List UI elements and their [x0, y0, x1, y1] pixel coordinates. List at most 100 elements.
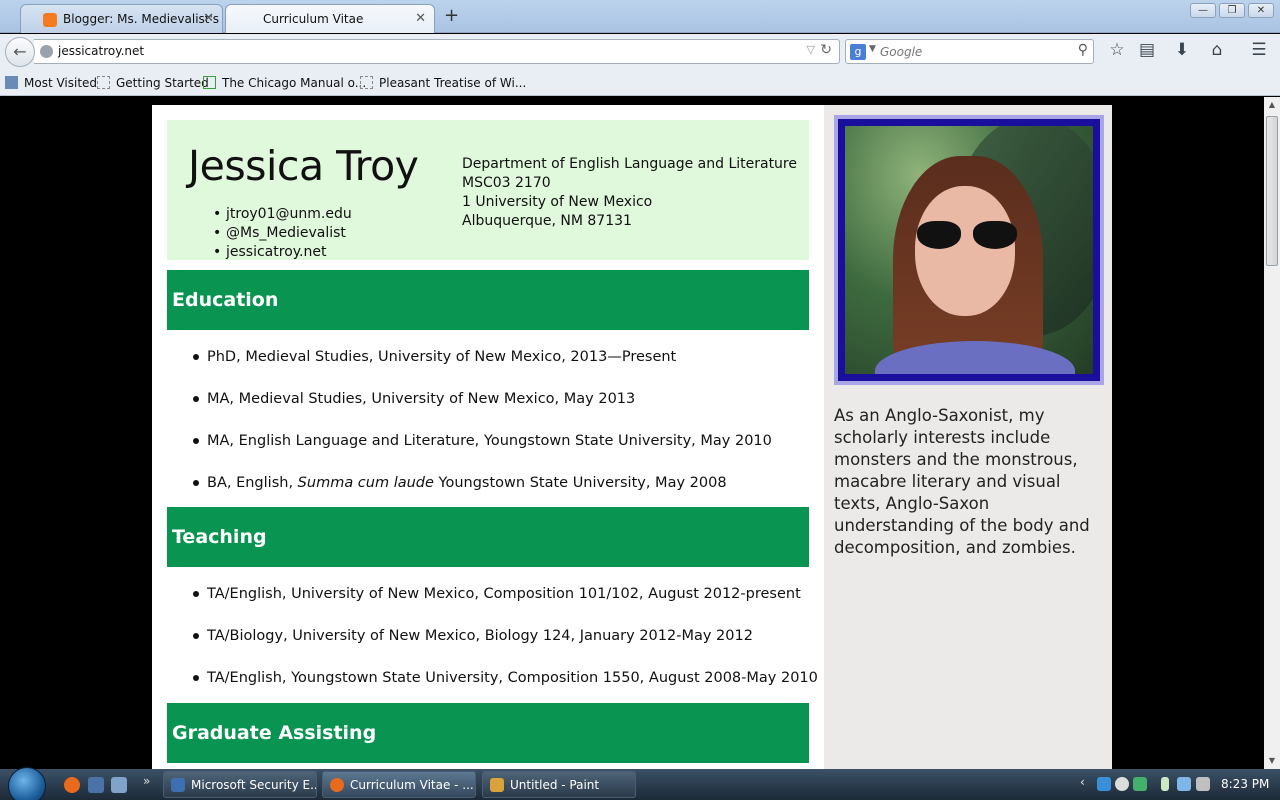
globe-icon	[40, 45, 53, 58]
list-item: PhD, Medieval Studies, University of New…	[193, 345, 772, 387]
messenger-icon[interactable]	[1115, 777, 1129, 791]
mailing-address: Department of English Language and Liter…	[462, 155, 797, 231]
page-icon	[360, 76, 373, 89]
taskbar-button-paint[interactable]: Untitled - Paint	[482, 771, 636, 798]
bookmark-label: Getting Started	[116, 76, 209, 90]
email-link[interactable]: jtroy01@unm.edu	[226, 205, 352, 224]
twitter-handle[interactable]: @Ms_Medievalist	[226, 224, 352, 243]
battery-icon[interactable]	[1161, 777, 1169, 791]
search-icon[interactable]: ⚲	[1078, 42, 1088, 58]
page-icon	[97, 76, 110, 89]
list-item: TA/Biology, University of New Mexico, Bi…	[193, 624, 818, 666]
vertical-scrollbar[interactable]: ▲ ▼	[1264, 97, 1280, 769]
list-item: MA, Medieval Studies, University of New …	[193, 387, 772, 429]
url-bar[interactable]: jessicatroy.net ▽ ↻	[34, 39, 840, 64]
home-icon[interactable]: ⌂	[1205, 40, 1229, 60]
new-tab-icon[interactable]: +	[444, 5, 459, 26]
tab-strip: Blogger: Ms. Medievalist's ... ✕ Curricu…	[0, 0, 1280, 33]
taskbar: » Microsoft Security E... Curriculum Vit…	[0, 767, 1280, 800]
window-close-icon[interactable]: ✕	[1248, 3, 1274, 18]
scrollbar-thumb[interactable]	[1266, 116, 1278, 266]
bookmark-star-icon[interactable]: ☆	[1105, 40, 1129, 60]
bookmark-label: Most Visited	[24, 76, 98, 90]
bookmarks-menu-icon[interactable]: ▤	[1135, 40, 1159, 60]
tray-expand-icon[interactable]: ‹	[1080, 775, 1085, 789]
volume-muted-icon[interactable]	[1196, 777, 1210, 791]
teaching-list: TA/English, University of New Mexico, Co…	[193, 582, 818, 708]
close-icon[interactable]: ✕	[203, 11, 214, 26]
security-tray-icon[interactable]	[1133, 777, 1147, 791]
address-line: Albuquerque, NM 87131	[462, 213, 632, 229]
profile-photo	[838, 119, 1100, 381]
education-section-header: Education	[167, 270, 809, 330]
section-title: Graduate Assisting	[172, 722, 377, 744]
show-desktop-icon[interactable]	[88, 777, 104, 793]
network-icon[interactable]	[1177, 777, 1191, 791]
quick-launch-overflow-icon[interactable]: »	[143, 774, 150, 788]
bookmark-label: The Chicago Manual o...	[222, 76, 367, 90]
bookmark-pleasant-treatise[interactable]: Pleasant Treatise of Wi...	[360, 76, 526, 90]
address-line: MSC03 2170	[462, 175, 551, 191]
page-title: Jessica Troy	[188, 142, 419, 190]
bookmark-most-visited[interactable]: Most Visited	[5, 76, 97, 90]
chicago-manual-icon	[203, 76, 216, 89]
sidebar: As an Anglo-Saxonist, my scholarly inter…	[824, 105, 1112, 769]
list-item: TA/English, Youngstown State University,…	[193, 666, 818, 708]
scroll-down-icon[interactable]: ▼	[1264, 753, 1280, 769]
address-line: 1 University of New Mexico	[462, 194, 653, 210]
bio-text: As an Anglo-Saxonist, my scholarly inter…	[834, 406, 1090, 557]
tab-curriculum-vitae[interactable]: Curriculum Vitae ✕	[225, 4, 435, 33]
address-line: Department of English Language and Liter…	[462, 156, 797, 172]
dropdown-icon[interactable]: ▽	[807, 43, 815, 56]
list-item: TA/English, University of New Mexico, Co…	[193, 582, 818, 624]
list-item: MA, English Language and Literature, You…	[193, 429, 772, 471]
download-icon[interactable]: ⬇	[1170, 40, 1194, 60]
back-button[interactable]: ←	[5, 37, 35, 67]
website-link[interactable]: jessicatroy.net	[226, 243, 352, 262]
bookmarks-toolbar: Most Visited Getting Started The Chicago…	[0, 70, 1280, 96]
google-icon[interactable]: g	[850, 44, 866, 60]
list-item-text: BA, English,	[207, 475, 298, 491]
tab-label: Curriculum Vitae	[263, 12, 364, 26]
back-arrow-icon: ←	[13, 42, 27, 61]
sunglasses-shape	[917, 221, 1017, 251]
close-icon[interactable]: ✕	[415, 11, 426, 26]
scroll-up-icon[interactable]: ▲	[1264, 97, 1280, 113]
profile-photo-frame	[834, 115, 1104, 385]
restore-icon[interactable]: ❐	[1219, 3, 1245, 18]
reload-icon[interactable]: ↻	[820, 42, 832, 58]
tab-blogger[interactable]: Blogger: Ms. Medievalist's ... ✕	[20, 4, 223, 33]
firefox-icon	[330, 778, 344, 792]
start-button[interactable]	[8, 767, 46, 800]
minimize-icon[interactable]: —	[1190, 3, 1216, 18]
bookmark-label: Pleasant Treatise of Wi...	[379, 76, 527, 90]
security-shield-icon	[171, 778, 185, 792]
teaching-section-header: Teaching	[167, 507, 809, 567]
bookmark-chicago-manual[interactable]: The Chicago Manual o...	[203, 76, 366, 90]
chevron-down-icon[interactable]: ▼	[869, 44, 876, 54]
page-viewport: Jessica Troy jtroy01@unm.edu @Ms_Medieva…	[0, 97, 1264, 769]
url-text[interactable]: jessicatroy.net	[58, 44, 144, 58]
switch-windows-icon[interactable]	[111, 777, 127, 793]
taskbar-button-label: Untitled - Paint	[510, 778, 600, 792]
cv-header: Jessica Troy jtroy01@unm.edu @Ms_Medieva…	[167, 120, 809, 260]
firefox-icon[interactable]	[64, 777, 80, 793]
section-title: Teaching	[172, 526, 267, 548]
taskbar-button-firefox[interactable]: Curriculum Vitae - ...	[322, 771, 476, 798]
search-bar[interactable]: g ▼ ⚲	[845, 39, 1094, 64]
cv-page: Jessica Troy jtroy01@unm.edu @Ms_Medieva…	[152, 105, 1112, 769]
dropbox-icon[interactable]	[1097, 777, 1111, 791]
clock[interactable]: 8:23 PM	[1221, 777, 1269, 791]
bookmark-getting-started[interactable]: Getting Started	[97, 76, 209, 90]
paint-icon	[490, 778, 504, 792]
taskbar-button-label: Curriculum Vitae - ...	[350, 778, 474, 792]
navigation-toolbar: jessicatroy.net ▽ ↻ ← g ▼ ⚲ ☆ ▤ ⬇ ⌂ ☰	[0, 34, 1280, 70]
search-input[interactable]	[880, 43, 1070, 61]
menu-icon[interactable]: ☰	[1247, 40, 1271, 60]
most-visited-icon	[5, 76, 18, 89]
taskbar-button-label: Microsoft Security E...	[191, 778, 317, 792]
section-title: Education	[172, 289, 279, 311]
taskbar-button-security-essentials[interactable]: Microsoft Security E...	[163, 771, 317, 798]
list-item-text: Youngstown State University, May 2008	[433, 475, 727, 491]
education-list: PhD, Medieval Studies, University of New…	[193, 345, 772, 513]
